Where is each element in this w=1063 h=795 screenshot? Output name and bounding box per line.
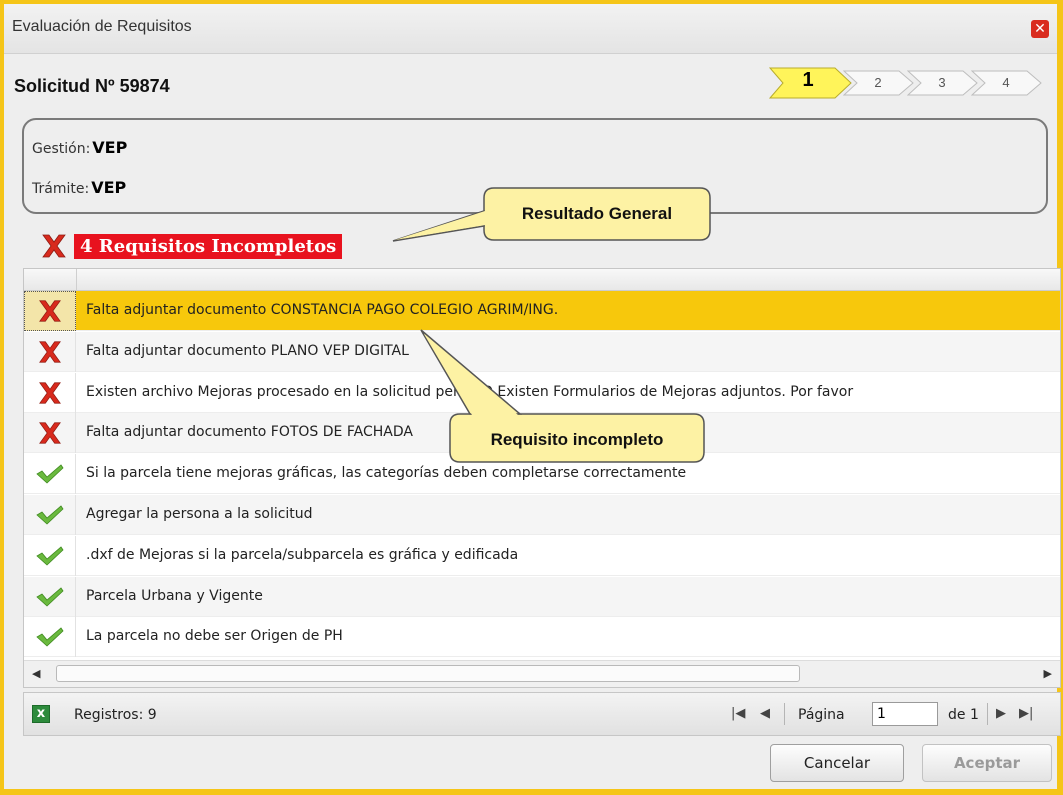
grid-column-divider xyxy=(76,269,77,291)
wizard-steps: 1 2 3 4 xyxy=(769,67,1049,99)
excel-export-icon[interactable]: x xyxy=(32,705,50,723)
requirement-text: La parcela no debe ser Origen de PH xyxy=(86,628,343,645)
pagination-bar: x Registros: 9 |◀ ◀ Página de 1 ▶ ▶| xyxy=(23,692,1061,736)
requirement-text: Falta adjuntar documento FOTOS DE FACHAD… xyxy=(86,424,413,441)
step-2-label: 2 xyxy=(874,75,882,90)
requirement-text: Si la parcela tiene mejoras gráficas, la… xyxy=(86,465,687,482)
table-row[interactable]: Parcela Urbana y Vigente xyxy=(24,576,1060,617)
close-icon[interactable]: ✕ xyxy=(1031,20,1049,38)
requirement-text: Existen archivo Mejoras procesado en la … xyxy=(86,383,854,400)
requirement-text: Parcela Urbana y Vigente xyxy=(86,587,263,604)
fail-icon xyxy=(42,234,66,258)
check-icon xyxy=(24,454,76,495)
page-label: Página xyxy=(798,707,845,723)
table-row[interactable]: Agregar la persona a la solicitud xyxy=(24,495,1060,535)
check-icon xyxy=(24,535,76,576)
step-1[interactable]: 1 xyxy=(769,67,853,99)
step-1-label: 1 xyxy=(802,69,814,91)
requirements-grid: Falta adjuntar documento CONSTANCIA PAGO… xyxy=(23,268,1061,688)
page-number-input[interactable] xyxy=(872,702,938,726)
step-3[interactable]: 3 xyxy=(907,67,981,99)
tramite-label: Trámite: xyxy=(32,181,90,197)
scroll-left-icon[interactable]: ◀ xyxy=(32,667,40,680)
solicitud-title: Solicitud Nº 59874 xyxy=(14,76,170,96)
accept-button[interactable]: Aceptar xyxy=(922,744,1052,782)
gestion-row: Gestión: VEP xyxy=(32,138,127,157)
fail-icon xyxy=(24,291,76,331)
check-icon xyxy=(24,617,76,658)
dialog-title: Evaluación de Requisitos xyxy=(12,18,192,35)
pager-divider xyxy=(987,703,988,725)
first-page-icon[interactable]: |◀ xyxy=(731,706,745,721)
fail-icon xyxy=(24,372,76,413)
callout-general-text: Resultado General xyxy=(521,204,673,223)
table-row[interactable]: La parcela no debe ser Origen de PH xyxy=(24,617,1060,658)
tramite-value: VEP xyxy=(91,178,127,197)
grid-header xyxy=(24,269,1060,291)
check-icon xyxy=(24,576,76,617)
requirement-text: .dxf de Mejoras si la parcela/subparcela… xyxy=(86,546,519,563)
gestion-value: VEP xyxy=(92,138,128,157)
table-row[interactable]: Existen archivo Mejoras procesado en la … xyxy=(24,372,1060,413)
tramite-row: Trámite: VEP xyxy=(32,178,126,197)
fail-icon xyxy=(24,413,76,454)
last-page-icon[interactable]: ▶| xyxy=(1019,706,1033,721)
requirements-dialog: Evaluación de Requisitos ✕ Solicitud Nº … xyxy=(0,0,1063,795)
page-total: de 1 xyxy=(948,707,979,723)
scroll-right-icon[interactable]: ▶ xyxy=(1044,667,1052,680)
horizontal-scrollbar[interactable]: ◀ ▶ xyxy=(24,660,1060,687)
fail-icon xyxy=(24,331,76,372)
gestion-label: Gestión: xyxy=(32,141,91,157)
requirement-text: Falta adjuntar documento CONSTANCIA PAGO… xyxy=(86,302,559,318)
table-row[interactable]: .dxf de Mejoras si la parcela/subparcela… xyxy=(24,535,1060,576)
next-page-icon[interactable]: ▶ xyxy=(996,706,1006,721)
table-row[interactable]: Falta adjuntar documento PLANO VEP DIGIT… xyxy=(24,331,1060,372)
step-4-label: 4 xyxy=(1002,75,1010,90)
record-count: Registros: 9 xyxy=(74,707,157,723)
table-row[interactable]: Si la parcela tiene mejoras gráficas, la… xyxy=(24,454,1060,495)
prev-page-icon[interactable]: ◀ xyxy=(760,706,770,721)
overall-result: 4 Requisitos Incompletos xyxy=(40,232,343,260)
requirement-text: Falta adjuntar documento PLANO VEP DIGIT… xyxy=(86,342,409,359)
pager-divider xyxy=(784,703,785,725)
requirement-text: Agregar la persona a la solicitud xyxy=(86,506,313,522)
step-3-label: 3 xyxy=(938,75,946,90)
check-icon xyxy=(24,495,76,535)
scrollbar-thumb[interactable] xyxy=(56,665,800,682)
result-label: 4 Requisitos Incompletos xyxy=(74,233,343,259)
title-bar[interactable]: Evaluación de Requisitos ✕ xyxy=(4,4,1057,54)
callout-incomplete-text: Requisito incompleto xyxy=(490,430,664,449)
step-2[interactable]: 2 xyxy=(843,67,917,99)
info-panel: Gestión: VEP Trámite: VEP xyxy=(22,118,1048,214)
table-row[interactable]: Falta adjuntar documento CONSTANCIA PAGO… xyxy=(24,291,1060,331)
step-4[interactable]: 4 xyxy=(971,67,1045,99)
cancel-button[interactable]: Cancelar xyxy=(770,744,904,782)
